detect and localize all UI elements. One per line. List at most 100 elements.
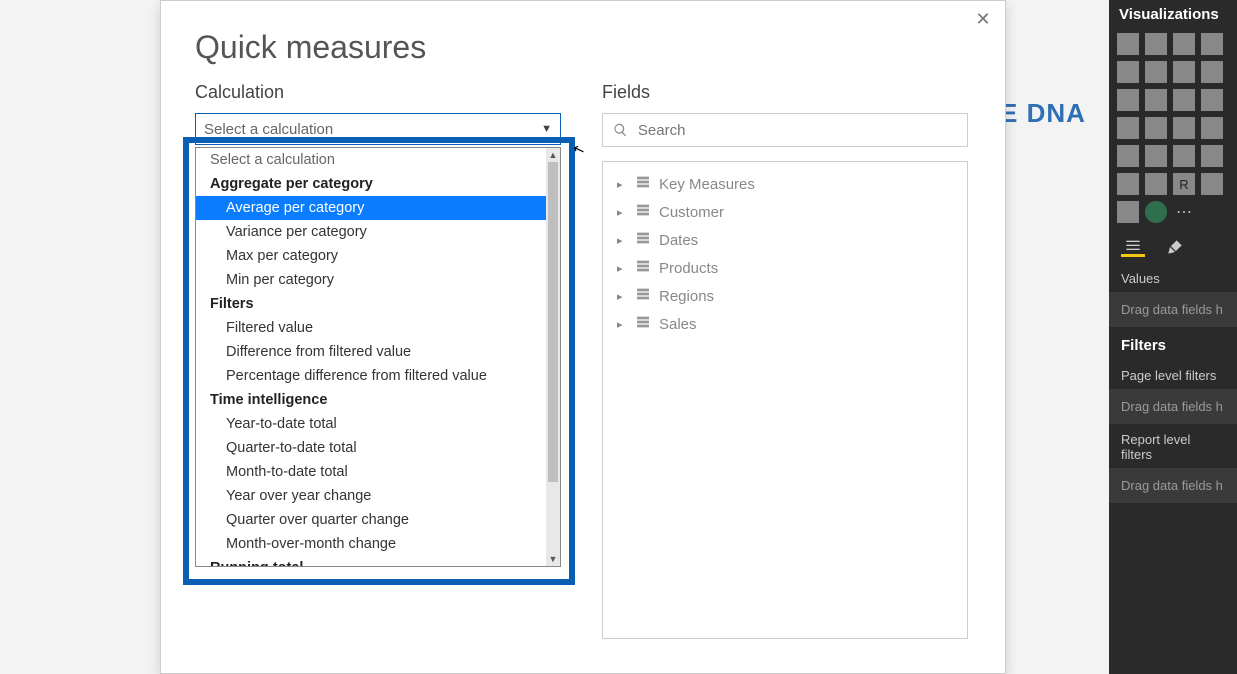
viz-stacked-area-icon[interactable] [1173, 61, 1195, 83]
field-table-name: Key Measures [659, 176, 755, 193]
field-table-row[interactable]: ▸ Sales [603, 310, 967, 338]
chevron-right-icon: ▸ [617, 262, 627, 275]
chevron-right-icon: ▸ [617, 290, 627, 303]
viz-map-icon[interactable] [1145, 117, 1167, 139]
field-table-name: Customer [659, 204, 724, 221]
search-icon [613, 122, 628, 138]
dropdown-group-header: Time intelligence [196, 388, 546, 412]
viz-kpi-icon[interactable] [1173, 145, 1195, 167]
fields-tab[interactable] [1121, 237, 1145, 257]
cursor-icon: ↖ [570, 140, 587, 160]
viz-py-icon[interactable] [1201, 173, 1223, 195]
dropdown-option[interactable]: Variance per category [196, 220, 546, 244]
page-filters-label: Page level filters [1109, 360, 1237, 389]
visualization-type-grid: R ⋯ [1109, 33, 1237, 231]
viz-card-icon[interactable] [1145, 145, 1167, 167]
viz-ribbon-icon[interactable] [1201, 61, 1223, 83]
fields-search[interactable] [602, 113, 968, 147]
dropdown-option[interactable]: Filtered value [196, 316, 546, 340]
calculation-select[interactable]: Select a calculation ▼ [195, 113, 561, 145]
dropdown-option[interactable]: Year-to-date total [196, 412, 546, 436]
dropdown-placeholder[interactable]: Select a calculation [196, 148, 546, 172]
chevron-right-icon: ▸ [617, 206, 627, 219]
viz-key-influencers-icon[interactable] [1117, 201, 1139, 223]
scroll-thumb[interactable] [548, 162, 558, 482]
viz-donut-icon[interactable] [1201, 89, 1223, 111]
filters-header: Filters [1109, 327, 1237, 360]
viz-clustered-column-icon[interactable] [1201, 33, 1223, 55]
table-icon [635, 314, 651, 334]
dropdown-option[interactable]: Difference from filtered value [196, 340, 546, 364]
field-table-name: Regions [659, 288, 714, 305]
field-table-row[interactable]: ▸ Dates [603, 226, 967, 254]
calculation-column: Calculation Select a calculation ▼ ↖ Sel… [195, 74, 564, 639]
brand-watermark: E DNA [1000, 98, 1086, 129]
dropdown-group-header: Filters [196, 292, 546, 316]
page-filters-well[interactable]: Drag data fields h [1109, 389, 1237, 424]
viz-line-icon[interactable] [1117, 61, 1139, 83]
field-table-name: Sales [659, 316, 697, 333]
dropdown-option[interactable]: Year over year change [196, 484, 546, 508]
field-table-row[interactable]: ▸ Customer [603, 198, 967, 226]
viz-funnel-icon[interactable] [1201, 117, 1223, 139]
dropdown-option[interactable]: Month-over-month change [196, 532, 546, 556]
quick-measures-dialog: ✕ Quick measures Calculation Select a ca… [160, 0, 1006, 674]
fields-column: Fields ▸Key Measures▸Customer▸Dates▸Prod… [602, 74, 971, 639]
chevron-right-icon: ▸ [617, 318, 627, 331]
viz-more-icon[interactable]: ⋯ [1173, 201, 1195, 223]
table-icon [635, 174, 651, 194]
dropdown-group-header: Running total [196, 556, 546, 566]
close-icon: ✕ [975, 9, 990, 30]
viz-matrix-icon[interactable] [1145, 173, 1167, 195]
viz-stacked-column-icon[interactable] [1173, 33, 1195, 55]
scroll-down-icon[interactable]: ▼ [546, 552, 560, 566]
viz-area-icon[interactable] [1145, 61, 1167, 83]
viz-r-icon[interactable]: R [1173, 173, 1195, 195]
values-label: Values [1109, 263, 1237, 292]
dropdown-option[interactable]: Percentage difference from filtered valu… [196, 364, 546, 388]
fields-search-input[interactable] [636, 121, 957, 140]
viz-stacked-bar-icon[interactable] [1117, 33, 1139, 55]
dropdown-scrollbar[interactable]: ▲ ▼ [546, 148, 560, 566]
dropdown-option[interactable]: Average per category [196, 196, 546, 220]
visualizations-panel: Visualizations R ⋯ [1109, 0, 1237, 674]
viz-treemap-icon[interactable] [1117, 117, 1139, 139]
calculation-select-value: Select a calculation [204, 121, 333, 138]
table-icon [635, 286, 651, 306]
values-well[interactable]: Drag data fields h [1109, 292, 1237, 327]
dropdown-option[interactable]: Min per category [196, 268, 546, 292]
chevron-right-icon: ▸ [617, 234, 627, 247]
viz-clustered-bar-icon[interactable] [1145, 33, 1167, 55]
field-table-name: Dates [659, 232, 698, 249]
calculation-label: Calculation [195, 82, 564, 103]
field-table-row[interactable]: ▸ Regions [603, 282, 967, 310]
table-icon [635, 202, 651, 222]
table-icon [635, 258, 651, 278]
dropdown-option[interactable]: Max per category [196, 244, 546, 268]
field-table-row[interactable]: ▸ Products [603, 254, 967, 282]
viz-filled-map-icon[interactable] [1173, 117, 1195, 139]
dialog-title: Quick measures [161, 1, 1005, 74]
format-tab[interactable] [1163, 237, 1187, 257]
close-button[interactable]: ✕ [971, 7, 995, 31]
viz-pie-icon[interactable] [1173, 89, 1195, 111]
dropdown-option[interactable]: Quarter-to-date total [196, 436, 546, 460]
report-filters-well[interactable]: Drag data fields h [1109, 468, 1237, 503]
visualizations-title: Visualizations [1109, 0, 1237, 33]
field-table-row[interactable]: ▸Key Measures [603, 170, 967, 198]
viz-table-icon[interactable] [1117, 173, 1139, 195]
viz-slicer-icon[interactable] [1201, 145, 1223, 167]
dropdown-option[interactable]: Month-to-date total [196, 460, 546, 484]
viz-waterfall-icon[interactable] [1117, 89, 1139, 111]
dropdown-option[interactable]: Quarter over quarter change [196, 508, 546, 532]
viz-scatter-icon[interactable] [1145, 89, 1167, 111]
table-icon [635, 230, 651, 250]
viz-arcgis-icon[interactable] [1145, 201, 1167, 223]
field-table-name: Products [659, 260, 718, 277]
report-filters-label: Report level filters [1109, 424, 1237, 468]
fields-tree: ▸Key Measures▸Customer▸Dates▸Products▸Re… [602, 161, 968, 639]
scroll-up-icon[interactable]: ▲ [546, 148, 560, 162]
viz-gauge-icon[interactable] [1117, 145, 1139, 167]
calculation-dropdown: Select a calculationAggregate per catego… [195, 147, 561, 567]
chevron-down-icon: ▼ [541, 123, 552, 135]
